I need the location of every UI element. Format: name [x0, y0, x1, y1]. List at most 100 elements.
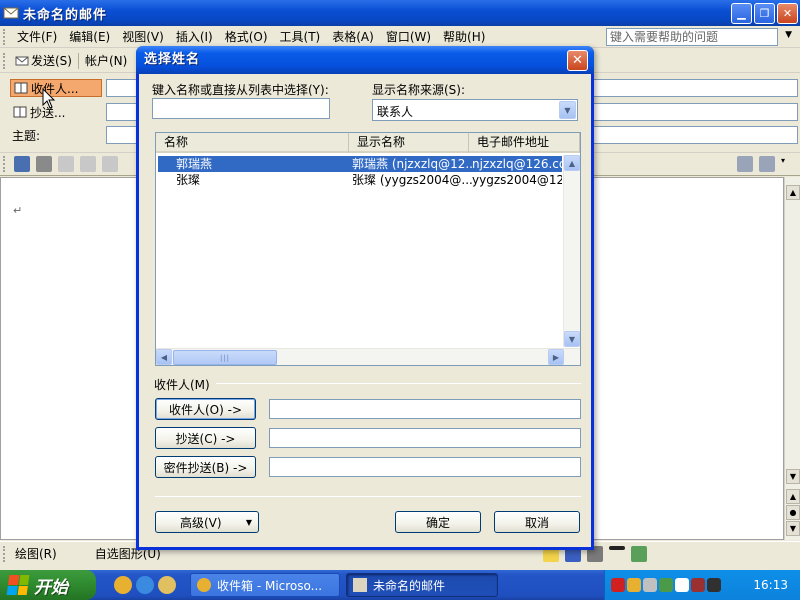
- scroll-right-icon[interactable]: ▶: [548, 349, 564, 365]
- task-new-message[interactable]: 未命名的邮件: [346, 573, 498, 597]
- advanced-button-label: 高级(V): [180, 515, 222, 530]
- contacts-list[interactable]: 名称 显示名称 电子邮件地址 郭瑞燕 郭瑞燕 (njzxzlq@12... nj…: [155, 132, 581, 366]
- tray-app-icon[interactable]: [643, 578, 657, 592]
- source-label: 显示名称来源(S):: [372, 83, 466, 97]
- copy-icon[interactable]: [80, 156, 96, 172]
- bcc-recipients-field[interactable]: [269, 457, 581, 477]
- cc-recipients-field[interactable]: [269, 428, 581, 448]
- start-label: 开始: [34, 577, 68, 598]
- contact-display-name: 郭瑞燕 (njzxzlq@12...: [352, 157, 472, 171]
- indent-icon[interactable]: [759, 156, 775, 172]
- volume-icon[interactable]: [707, 578, 721, 592]
- toolbar-options-icon[interactable]: ▾: [781, 156, 797, 172]
- close-icon[interactable]: ✕: [777, 3, 798, 24]
- print-icon[interactable]: [36, 156, 52, 172]
- media-player-icon[interactable]: [114, 576, 132, 594]
- group-divider: [216, 383, 581, 384]
- search-label: 键入名称或直接从列表中选择(Y):: [152, 83, 329, 97]
- align-icon[interactable]: [737, 156, 753, 172]
- taskbar: 开始 收件箱 - Microso... 未命名的邮件 16:13: [0, 570, 800, 600]
- start-button[interactable]: 开始: [0, 570, 96, 600]
- scroll-down-icon[interactable]: ▼: [564, 331, 580, 347]
- address-source-select[interactable]: 联系人 ▼: [372, 99, 578, 121]
- toolbar-grip[interactable]: [3, 545, 7, 562]
- editor-vertical-scrollbar[interactable]: ▲ ▼ ▲ ● ▼: [784, 177, 800, 540]
- menu-window[interactable]: 窗口(W): [380, 28, 437, 45]
- column-header-email[interactable]: 电子邮件地址: [469, 133, 580, 153]
- column-header-name[interactable]: 名称: [156, 133, 349, 153]
- name-search-input[interactable]: [152, 98, 330, 119]
- menu-tools[interactable]: 工具(T): [274, 28, 327, 45]
- contact-row[interactable]: 张璨 张璨 (yygzs2004@... yygzs2004@126.: [158, 172, 562, 188]
- address-book-icon: [13, 106, 27, 118]
- dialog-titlebar[interactable]: 选择姓名: [136, 46, 594, 74]
- internet-explorer-icon[interactable]: [136, 576, 154, 594]
- window-titlebar[interactable]: 未命名的邮件 ▁ ❐ ✕: [0, 0, 800, 26]
- scroll-down-icon[interactable]: ▼: [786, 469, 800, 484]
- next-page-icon[interactable]: ▼: [786, 521, 800, 536]
- cancel-button[interactable]: 取消: [494, 511, 580, 533]
- paste-icon[interactable]: [102, 156, 118, 172]
- menu-file[interactable]: 文件(F): [11, 28, 63, 45]
- menu-table[interactable]: 表格(A): [326, 28, 380, 45]
- outlook-icon: [197, 578, 211, 592]
- column-header-display-name[interactable]: 显示名称: [349, 133, 469, 153]
- cut-icon[interactable]: [58, 156, 74, 172]
- list-horizontal-scrollbar[interactable]: ◀ ||| ▶: [156, 348, 580, 365]
- send-label: 发送(S): [31, 54, 72, 68]
- chevron-down-icon[interactable]: ▼: [785, 30, 792, 40]
- contact-row[interactable]: 郭瑞燕 郭瑞燕 (njzxzlq@12... njzxzlq@126.com: [158, 156, 562, 172]
- subject-label: 主题:: [12, 128, 41, 143]
- save-icon[interactable]: [14, 156, 30, 172]
- line-style-icon[interactable]: [609, 545, 625, 550]
- account-button[interactable]: 帐户(N): [81, 52, 131, 69]
- system-tray: 16:13: [604, 570, 800, 600]
- to-recipients-field[interactable]: [269, 399, 581, 419]
- draw-menu-button[interactable]: 绘图(R): [11, 545, 61, 562]
- menu-insert[interactable]: 插入(I): [170, 28, 219, 45]
- contact-name: 张璨: [176, 173, 201, 187]
- address-book-icon: [14, 82, 28, 94]
- send-button[interactable]: 发送(S): [11, 52, 76, 69]
- contact-display-name: 张璨 (yygzs2004@...: [352, 173, 472, 187]
- toolbar-grip[interactable]: [3, 52, 7, 69]
- browse-object-icon[interactable]: ●: [786, 505, 800, 520]
- tray-app-icon[interactable]: [611, 578, 625, 592]
- previous-page-icon[interactable]: ▲: [786, 489, 800, 504]
- list-vertical-scrollbar[interactable]: ▲ ▼: [563, 155, 580, 347]
- tray-app-icon[interactable]: [691, 578, 705, 592]
- outlook-express-icon[interactable]: [158, 576, 176, 594]
- cc-button[interactable]: 抄送...: [10, 103, 102, 121]
- help-search-input[interactable]: 键入需要帮助的问题: [606, 28, 778, 46]
- menu-view[interactable]: 视图(V): [116, 28, 170, 45]
- task-inbox[interactable]: 收件箱 - Microso...: [190, 573, 340, 597]
- contact-email: yygzs2004@126.: [472, 173, 562, 187]
- minimize-icon[interactable]: ▁: [731, 3, 752, 24]
- toolbar-grip[interactable]: [3, 28, 7, 45]
- advanced-button[interactable]: 高级(V) ▼: [155, 511, 259, 533]
- tray-app-icon[interactable]: [659, 578, 673, 592]
- task-new-message-label: 未命名的邮件: [373, 578, 446, 593]
- tray-app-icon[interactable]: [627, 578, 641, 592]
- clock: 16:13: [753, 578, 788, 592]
- ok-button[interactable]: 确定: [395, 511, 481, 533]
- chevron-down-icon[interactable]: ▼: [559, 101, 576, 119]
- close-icon[interactable]: ✕: [567, 50, 588, 71]
- scroll-left-icon[interactable]: ◀: [156, 349, 172, 365]
- restore-icon[interactable]: ❐: [754, 3, 775, 24]
- mail-message-icon: [3, 7, 19, 19]
- menu-format[interactable]: 格式(O): [219, 28, 274, 45]
- add-bcc-button[interactable]: 密件抄送(B) ->: [155, 456, 256, 478]
- quick-launch: [114, 576, 176, 594]
- scroll-up-icon[interactable]: ▲: [564, 155, 580, 171]
- 3d-style-icon[interactable]: [631, 545, 647, 562]
- tray-app-icon[interactable]: [675, 578, 689, 592]
- add-cc-button[interactable]: 抄送(C) ->: [155, 427, 256, 449]
- scroll-thumb[interactable]: |||: [173, 350, 277, 365]
- toolbar-grip[interactable]: [3, 156, 7, 172]
- menu-edit[interactable]: 编辑(E): [63, 28, 116, 45]
- menu-help[interactable]: 帮助(H): [437, 28, 491, 45]
- scroll-up-icon[interactable]: ▲: [786, 185, 800, 200]
- to-button[interactable]: 收件人...: [10, 79, 102, 97]
- add-to-button[interactable]: 收件人(O) ->: [155, 398, 256, 420]
